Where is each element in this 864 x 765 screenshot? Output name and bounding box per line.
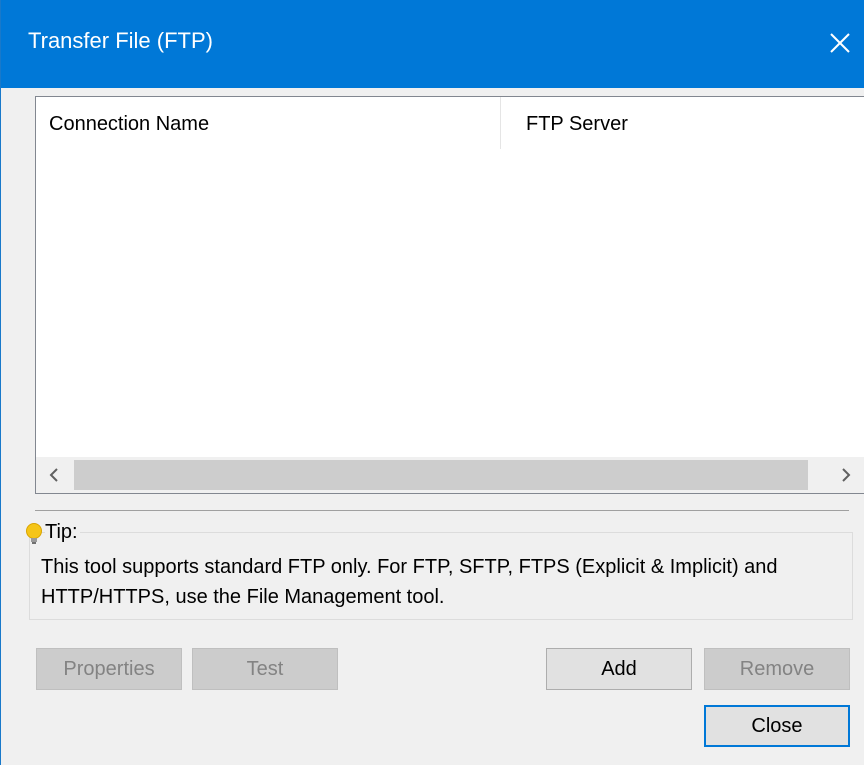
close-icon[interactable]: [821, 24, 859, 62]
connections-list[interactable]: Connection Name FTP Server: [35, 96, 864, 494]
tip-label: Tip:: [45, 521, 80, 544]
add-button[interactable]: Add: [546, 648, 692, 690]
scrollbar-thumb[interactable]: [74, 460, 808, 490]
lightbulb-icon: [23, 521, 45, 547]
dialog-title: Transfer File (FTP): [28, 28, 213, 53]
section-divider: [35, 510, 849, 511]
chevron-left-icon[interactable]: [36, 457, 72, 493]
title-bar[interactable]: Transfer File (FTP): [1, 0, 864, 88]
chevron-right-icon[interactable]: [828, 457, 864, 493]
close-button[interactable]: Close: [704, 705, 850, 747]
test-button[interactable]: Test: [192, 648, 338, 690]
properties-button[interactable]: Properties: [36, 648, 182, 690]
column-separator[interactable]: [500, 97, 501, 149]
column-header-connection-name[interactable]: Connection Name: [49, 97, 499, 149]
remove-button[interactable]: Remove: [704, 648, 850, 690]
horizontal-scrollbar[interactable]: [36, 457, 864, 493]
transfer-file-dialog: Transfer File (FTP) Connection Name FTP …: [0, 0, 864, 765]
column-header-ftp-server[interactable]: FTP Server: [526, 97, 856, 149]
tip-text: This tool supports standard FTP only. Fo…: [41, 556, 778, 608]
